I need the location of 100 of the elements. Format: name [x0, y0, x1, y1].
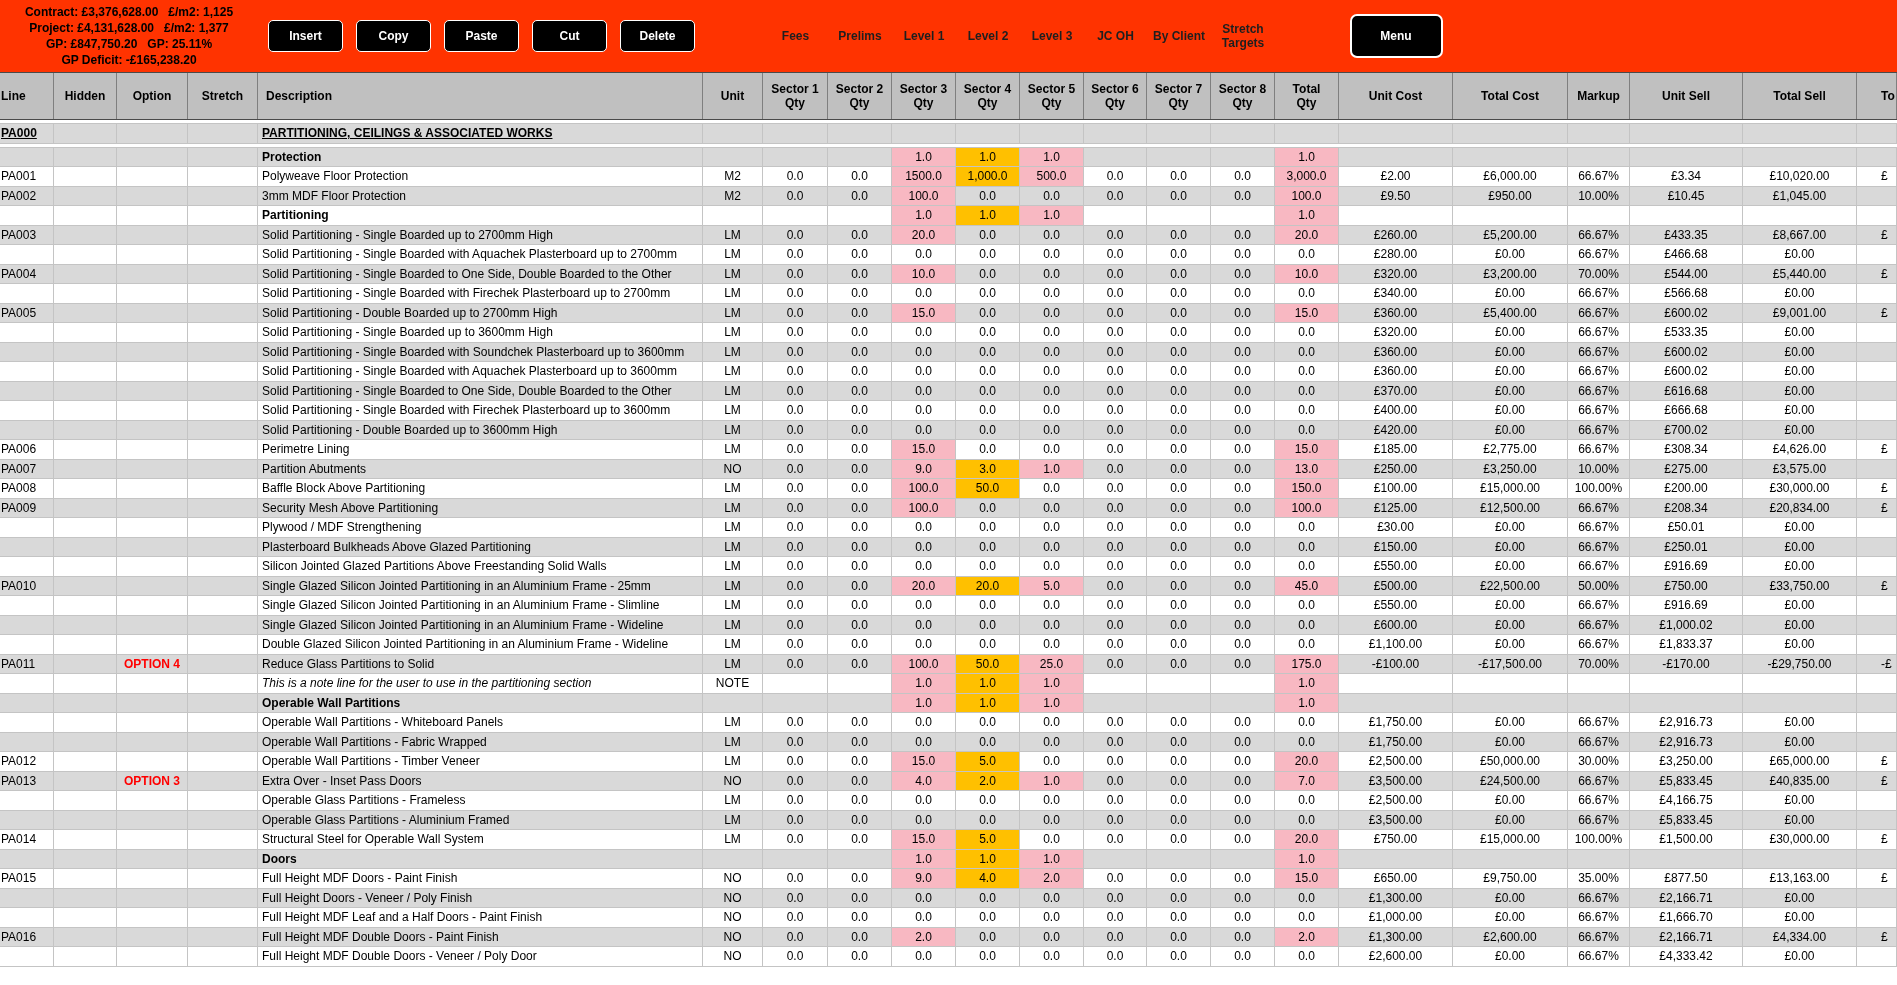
column-header: Sector 8 Qty: [1211, 73, 1275, 119]
quantity-cell: 150.0: [1275, 479, 1339, 499]
percentage-cell: 66.67%: [1568, 635, 1630, 655]
nav-link[interactable]: Fees: [781, 29, 810, 43]
quantity-cell: 0.0: [1211, 791, 1275, 811]
quantity-cell: 0.0: [892, 518, 956, 538]
column-header: Sector 2 Qty: [828, 73, 892, 119]
quantity-cell: 20.0: [956, 576, 1020, 596]
column-header: Markup: [1568, 73, 1630, 119]
quantity-cell: 0.0: [1020, 596, 1084, 616]
price-cell: £4,626.00: [1743, 440, 1857, 460]
price-cell: £50.01: [1630, 518, 1743, 538]
quantity-cell: 15.0: [1275, 303, 1339, 323]
quantity-cell: 0.0: [956, 440, 1020, 460]
item-code-cell: PA001: [0, 167, 54, 187]
quantity-cell: 0.0: [956, 245, 1020, 265]
price-cell: £0.00: [1453, 284, 1568, 304]
quantity-cell: 0.0: [892, 713, 956, 733]
quantity-cell: 0.0: [1084, 323, 1147, 343]
quantity-cell: 0.0: [956, 518, 1020, 538]
percentage-cell: 66.67%: [1568, 557, 1630, 577]
quantity-cell: 1.0: [1020, 206, 1084, 226]
nav-link[interactable]: Prelims: [838, 29, 882, 43]
nav-link[interactable]: JC OH: [1097, 29, 1134, 43]
unit-cell: LM: [703, 596, 763, 616]
price-cell: £0.00: [1453, 557, 1568, 577]
nav-link[interactable]: Stretch Targets: [1211, 22, 1275, 50]
quantity-cell: 0.0: [892, 401, 956, 421]
quantity-cell: 0.0: [763, 752, 828, 772]
quantity-cell: 0.0: [956, 323, 1020, 343]
quantity-cell: 0.0: [1084, 947, 1147, 967]
price-cell: £1,833.37: [1630, 635, 1743, 655]
quantity-cell: 0.0: [1020, 440, 1084, 460]
price-cell: £0.00: [1453, 401, 1568, 421]
quantity-cell: 0.0: [1211, 284, 1275, 304]
nav-link[interactable]: Level 1: [903, 29, 945, 43]
menu-button[interactable]: Menu: [1349, 14, 1443, 58]
description-cell: Solid Partitioning - Single Boarded up to 3600mm High: [258, 323, 703, 343]
percentage-cell: 66.67%: [1568, 401, 1630, 421]
unit-cell: LM: [703, 323, 763, 343]
price-cell: £200.00: [1630, 479, 1743, 499]
price-cell: £340.00: [1339, 284, 1453, 304]
price-cell: £0.00: [1743, 518, 1857, 538]
quantity-cell: 1.0: [892, 849, 956, 869]
quantity-cell: 0.0: [1020, 401, 1084, 421]
toolbar-button[interactable]: Paste: [444, 20, 519, 52]
quantity-cell: 0.0: [1020, 245, 1084, 265]
unit-cell: LM: [703, 479, 763, 499]
percentage-cell: 30.00%: [1568, 752, 1630, 772]
quantity-cell: 0.0: [1020, 713, 1084, 733]
quantity-cell: 100.0: [892, 479, 956, 499]
description-cell: Operable Glass Partitions - Frameless: [258, 791, 703, 811]
quantity-cell: 5.0: [956, 752, 1020, 772]
price-cell: £185.00: [1339, 440, 1453, 460]
quantity-cell: 0.0: [892, 245, 956, 265]
price-cell: £10,020.00: [1743, 167, 1857, 187]
column-header: Sector 7 Qty: [1147, 73, 1211, 119]
toolbar-button[interactable]: Copy: [356, 20, 431, 52]
nav-link[interactable]: By Client: [1153, 29, 1205, 43]
nav-link[interactable]: Level 2: [967, 29, 1009, 43]
price-cell: £750.00: [1339, 830, 1453, 850]
quantity-cell: 0.0: [1211, 947, 1275, 967]
quantity-cell: 0.0: [956, 284, 1020, 304]
quantity-cell: 100.0: [1275, 186, 1339, 206]
description-cell: Silicon Jointed Glazed Partitions Above Freestanding Solid Walls: [258, 557, 703, 577]
quantity-cell: 0.0: [956, 908, 1020, 928]
quantity-cell: 0.0: [1084, 830, 1147, 850]
toolbar-button[interactable]: Cut: [532, 20, 607, 52]
quantity-cell: 0.0: [763, 323, 828, 343]
quantity-cell: 1.0: [1275, 693, 1339, 713]
quantity-cell: 5.0: [956, 830, 1020, 850]
unit-cell: M2: [703, 167, 763, 187]
unit-cell: LM: [703, 830, 763, 850]
price-cell: £0.00: [1453, 362, 1568, 382]
quantity-cell: 0.0: [1147, 908, 1211, 928]
percentage-cell: 35.00%: [1568, 869, 1630, 889]
item-code-cell: PA015: [0, 869, 54, 889]
quantity-cell: 0.0: [1147, 362, 1211, 382]
price-cell: £15,000.00: [1453, 830, 1568, 850]
nav-link[interactable]: Level 3: [1031, 29, 1073, 43]
quantity-cell: 1.0: [1020, 147, 1084, 167]
price-cell: £0.00: [1743, 557, 1857, 577]
quantity-cell: 0.0: [1084, 362, 1147, 382]
item-code-cell: PA008: [0, 479, 54, 499]
quantity-cell: 15.0: [892, 830, 956, 850]
quantity-cell: 0.0: [1084, 869, 1147, 889]
price-cell: £30,000.00: [1743, 830, 1857, 850]
percentage-cell: 66.67%: [1568, 518, 1630, 538]
price-cell: £0.00: [1743, 245, 1857, 265]
quantity-cell: 0.0: [1147, 479, 1211, 499]
price-cell: £: [1857, 830, 1897, 850]
quantity-cell: 0.0: [1020, 830, 1084, 850]
price-cell: £0.00: [1453, 791, 1568, 811]
quantity-cell: 10.0: [892, 264, 956, 284]
quantity-cell: 0.0: [1147, 518, 1211, 538]
quantity-cell: 0.0: [1147, 167, 1211, 187]
price-cell: £2,916.73: [1630, 713, 1743, 733]
description-cell: Baffle Block Above Partitioning: [258, 479, 703, 499]
toolbar-button[interactable]: Insert: [268, 20, 343, 52]
toolbar-button[interactable]: Delete: [620, 20, 695, 52]
